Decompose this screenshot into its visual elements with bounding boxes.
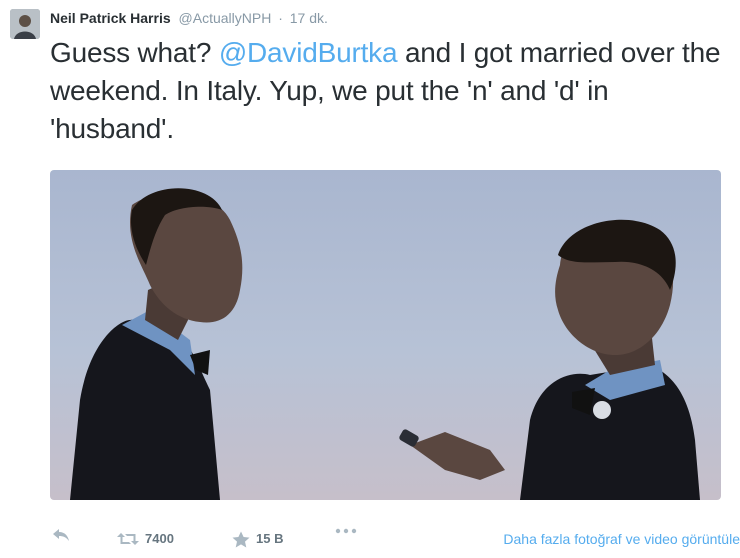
star-icon (232, 531, 250, 547)
more-dots-icon (335, 528, 357, 534)
tweet-actions: 7400 15 B Daha fazla fotoğraf ve video g… (50, 528, 740, 550)
mention-link[interactable]: @DavidBurtka (219, 37, 398, 68)
reply-icon (53, 529, 69, 541)
favorite-button[interactable]: 15 B (232, 528, 283, 550)
retweet-button[interactable]: 7400 (117, 528, 174, 550)
tweet-text: Guess what? @DavidBurtka and I got marri… (50, 34, 735, 148)
retweet-icon (117, 533, 139, 545)
retweet-count: 7400 (145, 531, 174, 546)
display-name[interactable]: Neil Patrick Harris (50, 10, 171, 26)
timestamp[interactable]: 17 dk. (290, 10, 328, 26)
user-handle[interactable]: @ActuallyNPH (179, 10, 272, 26)
separator: · (278, 10, 283, 26)
tweet-photo[interactable] (50, 170, 721, 500)
avatar[interactable] (10, 9, 40, 39)
favorite-count: 15 B (256, 531, 284, 546)
more-button[interactable] (335, 528, 357, 534)
tweet-header: Neil Patrick Harris @ActuallyNPH · 17 dk… (50, 9, 328, 27)
reply-button[interactable] (52, 528, 70, 542)
tweet-text-start: Guess what? (50, 37, 219, 68)
view-more-media-link[interactable]: Daha fazla fotoğraf ve video görüntüle (503, 528, 740, 550)
